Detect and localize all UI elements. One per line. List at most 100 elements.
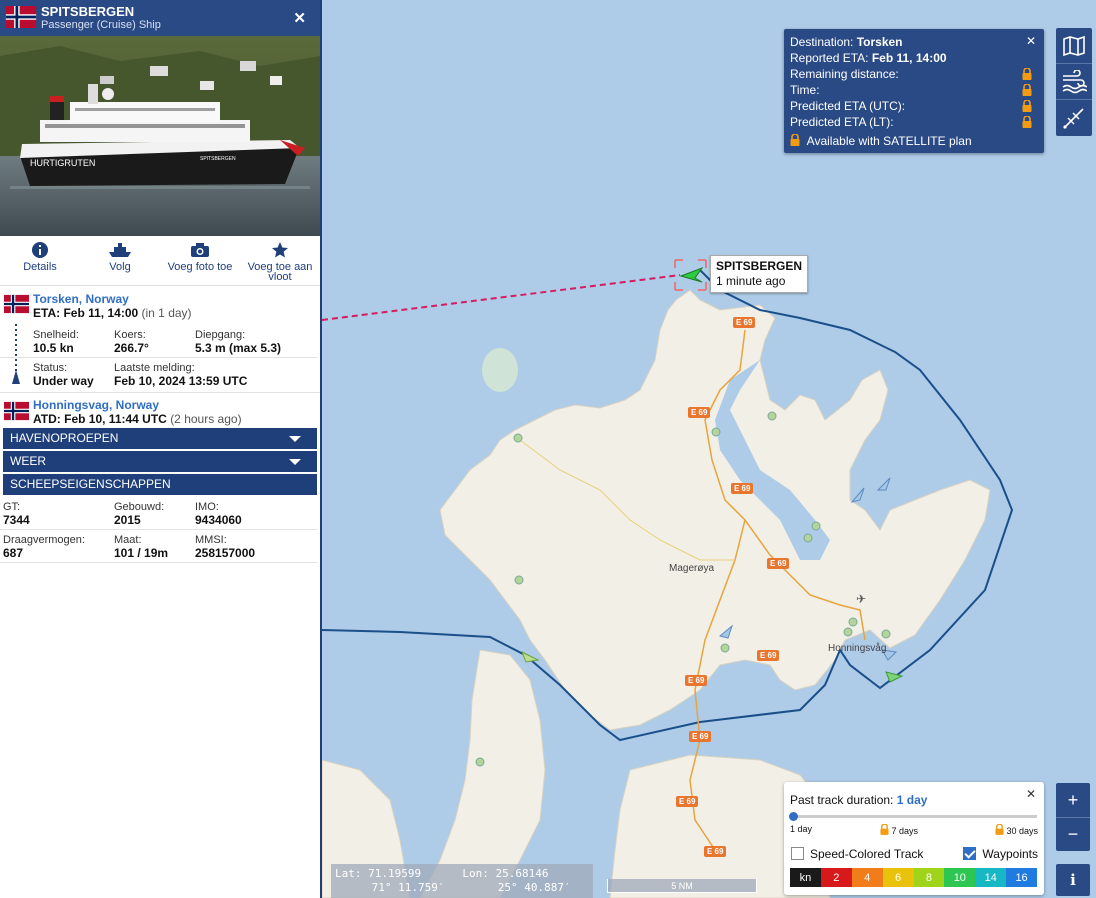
action-bar: Details Volg Voeg foto toe Voeg toe aan … xyxy=(0,236,320,286)
norway-flag-icon xyxy=(4,401,29,421)
zoom-in-button[interactable]: + xyxy=(1056,783,1090,817)
vessel-photo[interactable]: HURTIGRUTEN SPITSBERGEN xyxy=(0,36,320,236)
properties-section[interactable]: SCHEEPSEIGENSCHAPPEN xyxy=(3,474,317,495)
popup-eta-value: Feb 11, 14:00 xyxy=(871,51,947,65)
gt-label: GT: xyxy=(3,501,21,513)
popup-time-label: Time: xyxy=(790,83,820,97)
ship-map-label-time: 1 minute ago xyxy=(716,274,786,288)
map-layers-button[interactable] xyxy=(1056,28,1092,64)
norway-flag-icon xyxy=(4,294,29,314)
scale-bar: 5 NM xyxy=(607,879,757,893)
properties-row-2: Draagvermogen: Maat: MMSI: 687 101 / 19m… xyxy=(0,530,317,563)
road-shield: E 69 xyxy=(733,317,756,328)
legend-step: 10 xyxy=(944,868,976,887)
lock-icon xyxy=(790,133,800,146)
road-shield: E 69 xyxy=(731,483,754,494)
lock-icon xyxy=(1022,68,1032,80)
atd-line: ATD: Feb 10, 11:44 UTC (2 hours ago) xyxy=(33,412,320,426)
slider-handle[interactable] xyxy=(789,812,798,821)
destination-port-link[interactable]: Torsken, Norway xyxy=(33,292,320,306)
vessel-marker xyxy=(521,650,540,663)
weather-section[interactable]: WEER xyxy=(3,451,317,472)
eta-relative: (in 1 day) xyxy=(141,306,192,320)
map-info-button[interactable]: i xyxy=(1056,864,1090,896)
lat-label: Lat: xyxy=(335,867,362,880)
lon-dms: 25° 40.887′ xyxy=(497,881,571,894)
status-label: Status: xyxy=(33,362,68,374)
popup-destination: Destination: Torsken xyxy=(790,34,1038,50)
dwt-value: 687 xyxy=(3,546,24,560)
port-calls-section[interactable]: HAVENOPROEPEN xyxy=(3,428,317,449)
lat-value: 71.19599 xyxy=(368,867,422,880)
speed-colored-track-option[interactable]: Speed-Colored Track xyxy=(791,847,923,861)
atd-relative: (2 hours ago) xyxy=(170,412,242,426)
vessel-header: SPITSBERGEN Passenger (Cruise) Ship ✕ xyxy=(0,0,320,36)
lock-icon xyxy=(1022,116,1032,128)
popup-destination-label: Destination: xyxy=(790,35,854,49)
details-button[interactable]: Details xyxy=(0,236,80,285)
vessel-type: Passenger (Cruise) Ship xyxy=(41,19,161,31)
destination-block: Torsken, Norway ETA: Feb 11, 14:00 (in 1… xyxy=(0,286,320,322)
speed-colored-checkbox[interactable] xyxy=(791,847,804,860)
size-value: 101 / 19m xyxy=(114,546,169,560)
waypoints-option[interactable]: Waypoints xyxy=(963,847,1038,861)
popup-time: Time: xyxy=(790,82,1038,98)
road-shield: E 69 xyxy=(704,846,727,857)
departure-port-link[interactable]: Honningsvag, Norway xyxy=(33,398,320,412)
measure-tool-button[interactable] xyxy=(1056,100,1092,136)
stop-1-day[interactable]: 1 day xyxy=(790,824,812,834)
zoom-out-button[interactable]: − xyxy=(1056,817,1090,851)
course-value: 266.7° xyxy=(114,341,149,355)
mmsi-label: MMSI: xyxy=(195,534,227,546)
vessel-name: SPITSBERGEN xyxy=(41,4,135,19)
stop-30-days[interactable]: 30 days xyxy=(995,823,1038,836)
last-report-value: Feb 10, 2024 13:59 UTC xyxy=(114,374,248,388)
satellite-plan-link[interactable]: Available with SATELLITE plan xyxy=(790,133,1038,149)
lon-label: Lon: xyxy=(462,867,489,880)
popup-eta: Reported ETA: Feb 11, 14:00 xyxy=(790,50,1038,66)
status-value: Under way xyxy=(33,374,94,388)
small-island xyxy=(482,348,518,392)
photo-name-text: SPITSBERGEN xyxy=(200,156,236,162)
legend-step: 16 xyxy=(1006,868,1037,887)
ship-icon xyxy=(109,243,131,257)
planned-route xyxy=(321,274,681,321)
popup-pred-utc: Predicted ETA (UTC): xyxy=(790,98,1038,114)
vessel-panel: SPITSBERGEN Passenger (Cruise) Ship ✕ HU… xyxy=(0,0,322,898)
properties-label: SCHEEPSEIGENSCHAPPEN xyxy=(10,477,171,491)
add-photo-button[interactable]: Voeg foto toe xyxy=(160,236,240,285)
road-shield: E 69 xyxy=(767,558,790,569)
size-label: Maat: xyxy=(114,534,142,546)
camera-icon xyxy=(191,243,209,257)
legend-step: 6 xyxy=(882,868,914,887)
speed-label: Snelheid: xyxy=(33,329,79,341)
stop-30-days-label: 30 days xyxy=(1006,826,1038,836)
eta-value: Feb 11, 14:00 xyxy=(63,306,139,320)
waypoints-label: Waypoints xyxy=(982,847,1038,861)
voyage-progress-icon xyxy=(12,324,20,384)
track-duration-slider[interactable] xyxy=(789,812,1037,821)
weather-layer-button[interactable] xyxy=(1056,64,1092,100)
built-label: Gebouwd: xyxy=(114,501,165,513)
lock-icon xyxy=(1022,84,1032,96)
follow-button[interactable]: Volg xyxy=(80,236,160,285)
stop-7-days[interactable]: 7 days xyxy=(880,823,918,836)
lock-icon xyxy=(880,823,889,835)
track-options: Speed-Colored Track Waypoints xyxy=(791,847,1038,861)
popup-destination-value: Torsken xyxy=(856,35,903,49)
eta-label: ETA: xyxy=(33,306,61,320)
imo-value: 9434060 xyxy=(195,513,242,527)
mmsi-value: 258157000 xyxy=(195,546,256,560)
chevron-down-icon xyxy=(289,459,301,465)
road-shield: E 69 xyxy=(689,731,712,742)
norway-flag-icon xyxy=(5,6,37,28)
waypoints-checkbox[interactable] xyxy=(963,847,977,860)
close-track-panel-button[interactable]: ✕ xyxy=(1026,787,1036,801)
gt-value: 7344 xyxy=(3,513,30,527)
ship-map-label[interactable]: SPITSBERGEN 1 minute ago xyxy=(710,255,809,293)
close-panel-button[interactable]: ✕ xyxy=(293,9,306,27)
chevron-down-icon xyxy=(289,436,301,442)
add-to-fleet-button[interactable]: Voeg toe aan vloot xyxy=(240,236,320,285)
atd-value: Feb 10, 11:44 UTC xyxy=(64,412,167,426)
destination-popup: ✕ Destination: Torsken Reported ETA: Feb… xyxy=(784,29,1044,153)
